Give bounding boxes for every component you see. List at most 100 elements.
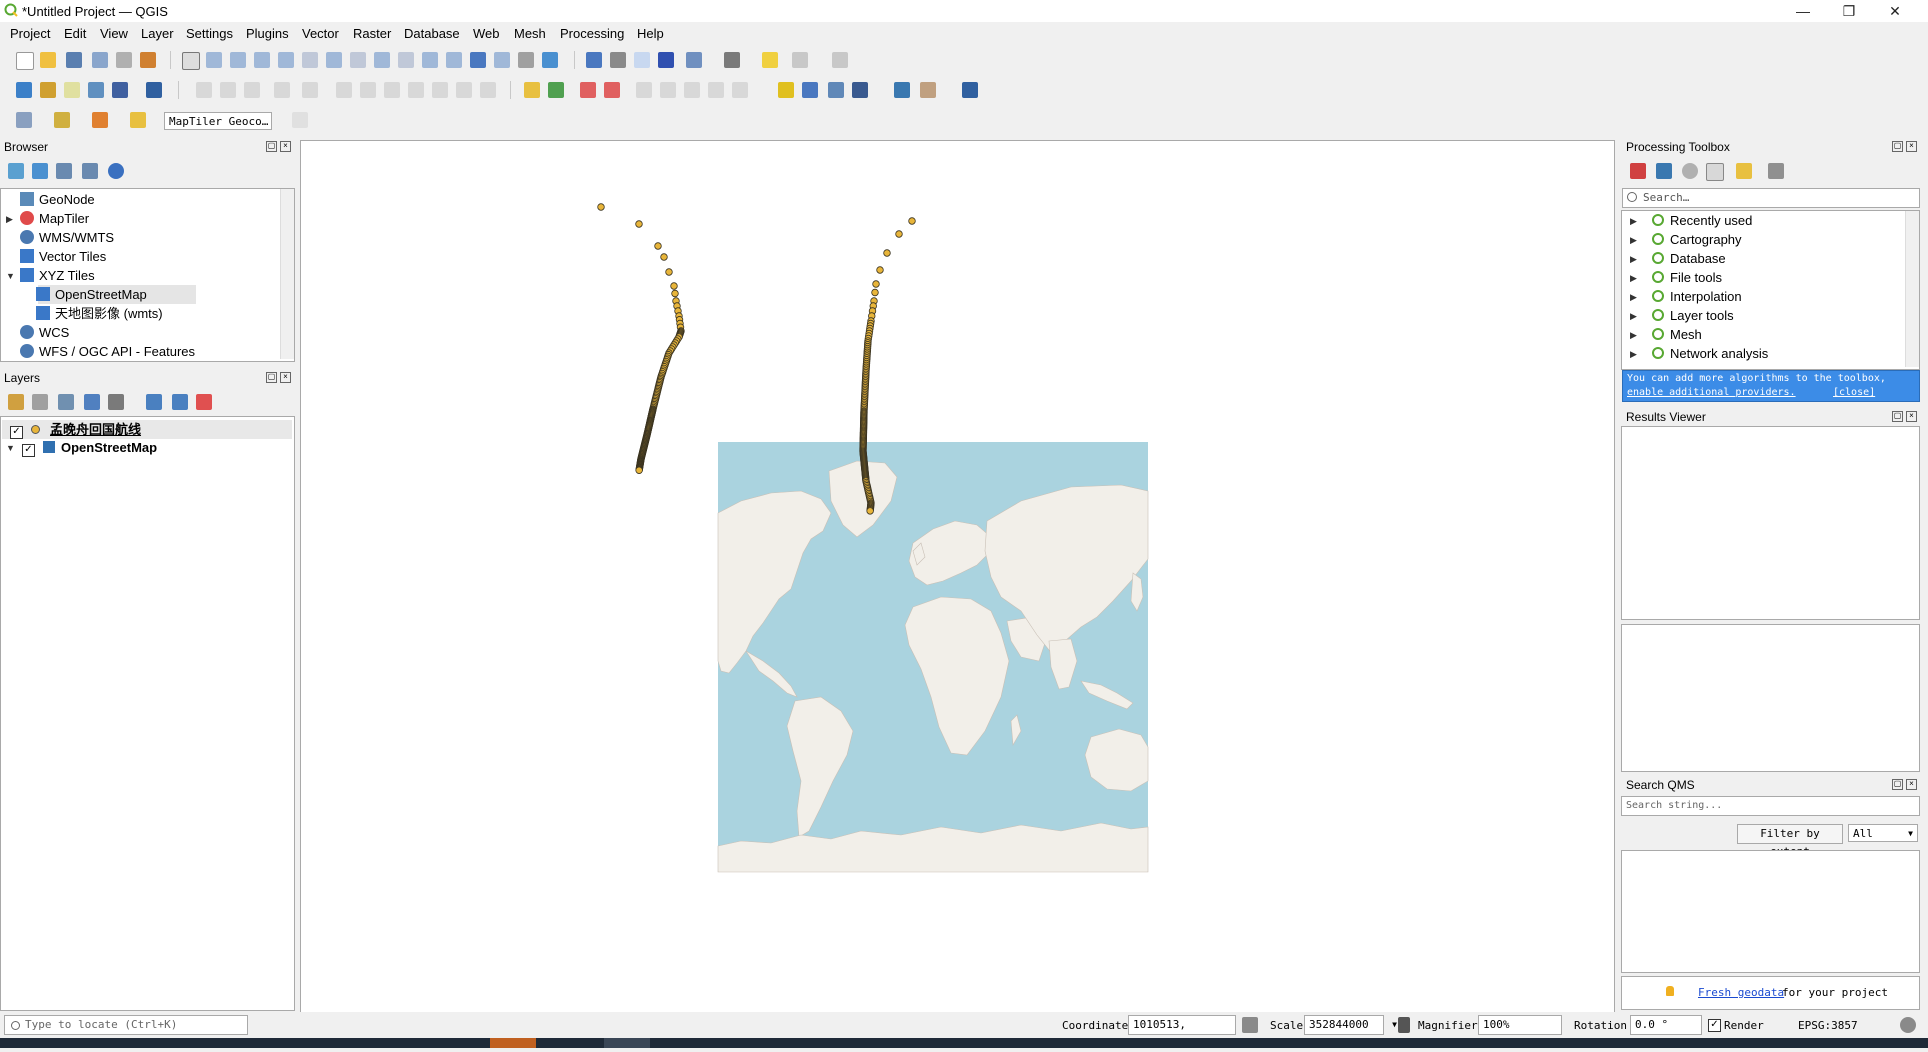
- browser-scrollbar[interactable]: [280, 189, 294, 359]
- add-group-icon[interactable]: [32, 394, 48, 410]
- collapse-all-icon[interactable]: [82, 163, 98, 179]
- chevron-down-icon[interactable]: ▼: [6, 443, 15, 453]
- deselect-icon[interactable]: [92, 112, 108, 128]
- save-project-icon[interactable]: [66, 52, 82, 68]
- locator-input[interactable]: Type to locate (Ctrl+K): [4, 1015, 248, 1035]
- annotation-icon[interactable]: [832, 52, 848, 68]
- pin-labels-icon[interactable]: [580, 82, 596, 98]
- close-window-button[interactable]: ✕: [1872, 2, 1918, 20]
- bookmark-icon[interactable]: [470, 52, 486, 68]
- new-geopackage-icon[interactable]: [40, 82, 56, 98]
- processing-scrollbar[interactable]: [1905, 211, 1919, 367]
- scripts-icon[interactable]: [1656, 163, 1672, 179]
- chevron-down-icon[interactable]: ▼: [6, 271, 15, 281]
- lock-scale-icon[interactable]: [1398, 1017, 1410, 1033]
- algorithm-group[interactable]: Interpolation: [1652, 287, 1742, 306]
- menu-edit[interactable]: Edit: [64, 26, 86, 41]
- minimize-button[interactable]: —: [1780, 2, 1826, 20]
- new-virtual-layer-icon[interactable]: [112, 82, 128, 98]
- crs-button[interactable]: EPSG:3857: [1798, 1019, 1858, 1032]
- zoom-native-icon[interactable]: [350, 52, 366, 68]
- save-edits-icon[interactable]: [244, 82, 260, 98]
- menu-processing[interactable]: Processing: [560, 26, 624, 41]
- menu-raster[interactable]: Raster: [353, 26, 391, 41]
- enable-providers-link[interactable]: enable additional providers.: [1627, 387, 1796, 398]
- close-panel-icon[interactable]: ×: [280, 372, 291, 383]
- filter-by-extent-button[interactable]: Filter by extent: [1737, 824, 1843, 858]
- manage-themes-icon[interactable]: [58, 394, 74, 410]
- select-by-value-icon[interactable]: [54, 112, 70, 128]
- browser-item[interactable]: WMS/WMTS: [20, 228, 114, 247]
- menu-database[interactable]: Database: [404, 26, 460, 41]
- chevron-right-icon[interactable]: ▶: [1630, 349, 1637, 360]
- style-manager-icon[interactable]: [140, 52, 156, 68]
- menu-mesh[interactable]: Mesh: [514, 26, 546, 41]
- float-panel-icon[interactable]: ▢: [1892, 779, 1903, 790]
- new-3d-view-icon[interactable]: [446, 52, 462, 68]
- menu-view[interactable]: View: [100, 26, 128, 41]
- georeferencer-icon[interactable]: [778, 82, 794, 98]
- close-panel-icon[interactable]: ×: [1906, 411, 1917, 422]
- chevron-right-icon[interactable]: ▶: [1630, 311, 1637, 322]
- new-memory-layer-icon[interactable]: [146, 82, 162, 98]
- filter-legend-icon[interactable]: [84, 394, 100, 410]
- algorithm-group[interactable]: Layer tools: [1652, 306, 1734, 325]
- attribute-table-icon[interactable]: [610, 52, 626, 68]
- menu-plugins[interactable]: Plugins: [246, 26, 289, 41]
- algorithm-group[interactable]: Network analysis: [1652, 344, 1768, 363]
- current-edits-icon[interactable]: [196, 82, 212, 98]
- info-icon[interactable]: [108, 163, 124, 179]
- filter-expression-icon[interactable]: [108, 394, 124, 410]
- browser-item[interactable]: GeoNode: [20, 190, 95, 209]
- browser-item[interactable]: Vector Tiles: [20, 247, 106, 266]
- digitize-icon[interactable]: [274, 82, 290, 98]
- ruler-icon[interactable]: [724, 52, 740, 68]
- help-book-icon[interactable]: [962, 82, 978, 98]
- taskbar-app-icon[interactable]: [490, 1038, 536, 1048]
- menu-settings[interactable]: Settings: [186, 26, 233, 41]
- chevron-right-icon[interactable]: ▶: [1630, 273, 1637, 284]
- new-spatialite-icon[interactable]: [88, 82, 104, 98]
- layer-item-route[interactable]: ✓ 孟晚舟回国航线: [10, 420, 141, 439]
- search-qms-icon[interactable]: [828, 82, 844, 98]
- options-wrench-icon[interactable]: [1768, 163, 1784, 179]
- pan-to-selection-icon[interactable]: [206, 52, 222, 68]
- statistics-sum-icon[interactable]: [658, 52, 674, 68]
- add-selected-icon[interactable]: [8, 163, 24, 179]
- new-map-view-icon[interactable]: [422, 52, 438, 68]
- layer-styling-icon[interactable]: [8, 394, 24, 410]
- settings-gear-icon[interactable]: [634, 52, 650, 68]
- taskbar-app-icon[interactable]: [604, 1038, 650, 1048]
- close-panel-icon[interactable]: ×: [1906, 141, 1917, 152]
- change-label-icon[interactable]: [684, 82, 700, 98]
- locator-icon[interactable]: [130, 112, 146, 128]
- layer-item-osm[interactable]: ✓ OpenStreetMap: [22, 438, 157, 457]
- browser-item[interactable]: XYZ Tiles: [20, 266, 95, 285]
- messages-icon[interactable]: [1900, 1017, 1916, 1033]
- browser-item[interactable]: WFS / OGC API - Features: [20, 342, 195, 361]
- menu-project[interactable]: Project: [10, 26, 50, 41]
- browser-item[interactable]: OpenStreetMap: [36, 285, 147, 304]
- rotate-label-icon[interactable]: [660, 82, 676, 98]
- temporal-controller-icon[interactable]: [518, 52, 534, 68]
- grid-plugin-icon[interactable]: [920, 82, 936, 98]
- filter-select[interactable]: All ▼: [1848, 824, 1918, 842]
- render-checkbox[interactable]: ✓: [1708, 1019, 1721, 1032]
- algorithm-group[interactable]: Mesh: [1652, 325, 1702, 344]
- zoom-out-icon[interactable]: [254, 52, 270, 68]
- new-project-icon[interactable]: [16, 52, 34, 70]
- float-panel-icon[interactable]: ▢: [1892, 411, 1903, 422]
- paste-features-icon[interactable]: [432, 82, 448, 98]
- menu-help[interactable]: Help: [637, 26, 664, 41]
- fresh-geodata-link[interactable]: Fresh geodata: [1698, 986, 1784, 999]
- undo-icon[interactable]: [456, 82, 472, 98]
- python-console-icon[interactable]: [894, 82, 910, 98]
- chevron-right-icon[interactable]: ▶: [1630, 254, 1637, 265]
- geocoder-input[interactable]: MapTiler Geoco…: [164, 112, 272, 130]
- filter-browser-icon[interactable]: [56, 163, 72, 179]
- data-source-manager-icon[interactable]: [16, 82, 32, 98]
- float-panel-icon[interactable]: ▢: [1892, 141, 1903, 152]
- chevron-right-icon[interactable]: ▶: [1630, 216, 1637, 227]
- browser-item[interactable]: MapTiler: [20, 209, 89, 228]
- zoom-last-icon[interactable]: [374, 52, 390, 68]
